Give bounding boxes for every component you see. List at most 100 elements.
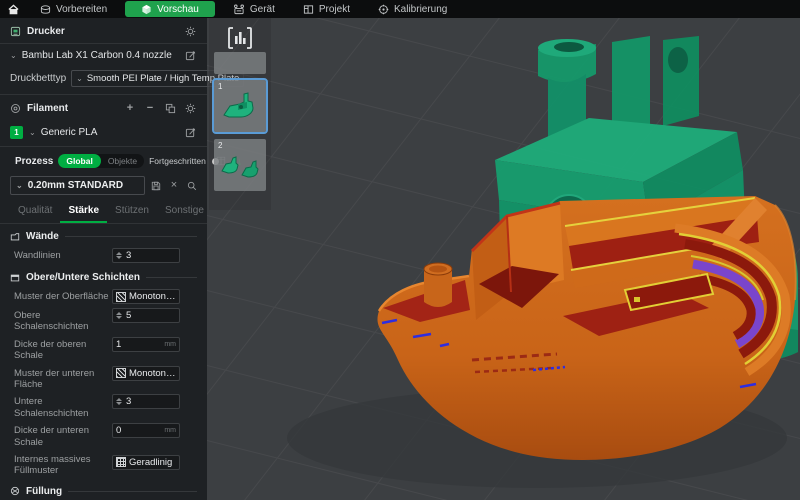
advanced-toggle-label: Fortgeschritten: [149, 156, 206, 166]
hatch-pattern-icon: [116, 291, 126, 302]
setting-label: Internes massives Füllmuster: [14, 453, 91, 477]
top-bottom-shell-icon: [10, 274, 20, 281]
bottom-surface-pattern-select[interactable]: Monotonisch: [112, 365, 180, 381]
tab-preview[interactable]: Vorschau: [125, 1, 215, 17]
setting-value: Monotonisc…: [129, 291, 176, 302]
plate-number: 2: [218, 141, 223, 150]
setting-label: Wandlinien: [14, 250, 61, 261]
setting-row-bottom-layers: Untere Schalenschichten 3: [0, 392, 207, 421]
setting-row-bottom-pattern: Muster der unteren Fläche Monotonisch: [0, 364, 207, 393]
setting-value: 0: [116, 425, 122, 437]
bed-type-label: Druckbetttyp: [10, 73, 67, 84]
plate-thumbnail-partial[interactable]: [214, 52, 266, 74]
printer-settings-gear-button[interactable]: [183, 24, 197, 38]
infill-icon: [10, 487, 20, 496]
filament-slot-badge[interactable]: 1: [10, 125, 23, 139]
printer-icon: [10, 26, 21, 36]
top-shell-thickness-input[interactable]: 1 mm: [112, 336, 180, 352]
search-icon: [187, 181, 197, 190]
walls-group-title: Wände: [26, 231, 59, 242]
calibration-icon: [378, 4, 389, 14]
filament-preset-row: 1 ⌄ Generic PLA: [0, 120, 207, 146]
process-section-header: Prozess Global Objekte Fortgeschritten: [0, 147, 241, 173]
tab-strength[interactable]: Stärke: [60, 201, 108, 223]
tab-calibration[interactable]: Kalibrierung: [364, 0, 461, 18]
spinner-arrows[interactable]: [116, 312, 123, 319]
printer-preset-select[interactable]: ⌄ Bambu Lab X1 Carbon 0.4 nozzle: [10, 50, 183, 61]
setting-row-top-pattern: Muster der Oberfläche Monotonisc…: [0, 287, 207, 306]
tab-calibration-label: Kalibrierung: [394, 3, 448, 15]
viewport-scene: [207, 18, 800, 500]
process-preset-row: ⌄ 0.20mm STANDARD ×: [0, 173, 207, 201]
setting-value: 1: [116, 338, 122, 350]
plate-thumbnail-2[interactable]: 2: [214, 139, 266, 191]
process-scope-switch[interactable]: Global Objekte: [58, 154, 145, 168]
flush-volumes-button[interactable]: [163, 101, 177, 115]
plate-stats-icon: [228, 27, 252, 49]
top-shell-layers-input[interactable]: 5: [112, 308, 180, 323]
filament-settings-gear-button[interactable]: [183, 101, 197, 115]
edit-icon: [185, 127, 195, 137]
gear-icon: [185, 26, 195, 36]
tab-project[interactable]: Projekt: [289, 0, 364, 18]
process-section-title: Prozess: [15, 155, 54, 167]
bottom-shell-layers-input[interactable]: 3: [112, 394, 180, 410]
edit-filament-button[interactable]: [183, 125, 197, 139]
tab-device[interactable]: Gerät: [219, 0, 289, 18]
scope-global-pill[interactable]: Global: [58, 154, 101, 168]
home-icon: [7, 4, 19, 14]
process-param-tabs: Qualität Stärke Stützen Sonstige: [0, 201, 207, 224]
slicer-app: Vorbereiten Vorschau Gerät Projekt Kalib…: [0, 0, 800, 500]
top-surface-pattern-select[interactable]: Monotonisc…: [112, 289, 180, 304]
printer-section-title: Drucker: [27, 25, 65, 37]
setting-row-wall-loops: Wandlinien 3: [0, 246, 207, 265]
remove-filament-button[interactable]: −: [143, 101, 157, 115]
walls-icon: [10, 232, 20, 240]
save-icon: [151, 181, 161, 190]
home-button[interactable]: [0, 0, 26, 18]
process-preset-select[interactable]: ⌄ 0.20mm STANDARD: [10, 176, 145, 195]
prepare-icon: [40, 4, 51, 14]
spinner-arrows[interactable]: [116, 398, 123, 406]
printer-section-header: Drucker: [0, 18, 207, 44]
tab-device-label: Gerät: [249, 3, 275, 15]
tab-quality[interactable]: Qualität: [10, 201, 60, 223]
setting-value: 3: [126, 250, 132, 261]
tab-supports[interactable]: Stützen: [107, 201, 157, 223]
wall-loops-input[interactable]: 3: [112, 248, 180, 263]
top-menu-bar: Vorbereiten Vorschau Gerät Projekt Kalib…: [0, 0, 800, 18]
add-filament-button[interactable]: +: [123, 101, 137, 115]
plate-thumbnail-1[interactable]: 1: [212, 78, 268, 134]
tab-prepare[interactable]: Vorbereiten: [26, 0, 121, 18]
plate-stats-button[interactable]: [214, 22, 266, 52]
tab-others[interactable]: Sonstige: [157, 201, 212, 223]
spinner-arrows[interactable]: [116, 252, 123, 259]
device-icon: [233, 4, 244, 14]
edit-printer-button[interactable]: [183, 48, 197, 62]
setting-row-internal-solid-pattern: Internes massives Füllmuster Geradlinig: [0, 450, 207, 479]
chevron-down-icon: ⌄: [76, 74, 83, 83]
plate-list: 1 2: [209, 18, 271, 210]
internal-solid-pattern-select[interactable]: Geradlinig: [112, 454, 180, 470]
scope-objects-option[interactable]: Objekte: [101, 156, 144, 166]
settings-sidebar: Drucker ⌄ Bambu Lab X1 Carbon 0.4 nozzle: [0, 18, 245, 500]
setting-row-bottom-thickness: Dicke der unteren Schale 0 mm: [0, 421, 207, 450]
bed-type-row: Druckbetttyp ⌄ Smooth PEI Plate / High T…: [0, 66, 245, 94]
search-settings-button[interactable]: [185, 179, 199, 193]
top-bottom-group-header: Obere/Untere Schichten: [0, 265, 207, 287]
viewport-3d[interactable]: [207, 18, 800, 500]
infill-group-title: Füllung: [26, 485, 63, 497]
delete-preset-button[interactable]: ×: [167, 179, 181, 193]
bottom-shell-thickness-input[interactable]: 0 mm: [112, 423, 180, 439]
process-preset-value: 0.20mm STANDARD: [27, 180, 124, 191]
filament-spool-icon: [11, 103, 20, 113]
tab-project-label: Projekt: [318, 3, 350, 15]
chevron-down-icon: ⌄: [29, 127, 36, 137]
top-bottom-group-title: Obere/Untere Schichten: [26, 272, 140, 283]
filament-preset-value: Generic PLA: [40, 126, 98, 138]
printer-preset-row: ⌄ Bambu Lab X1 Carbon 0.4 nozzle: [0, 44, 207, 66]
setting-label: Dicke der oberen Schale: [14, 338, 87, 362]
save-preset-button[interactable]: [149, 179, 163, 193]
setting-label: Dicke der unteren Schale: [14, 425, 89, 448]
filament-preset-select[interactable]: ⌄ Generic PLA: [29, 127, 177, 138]
